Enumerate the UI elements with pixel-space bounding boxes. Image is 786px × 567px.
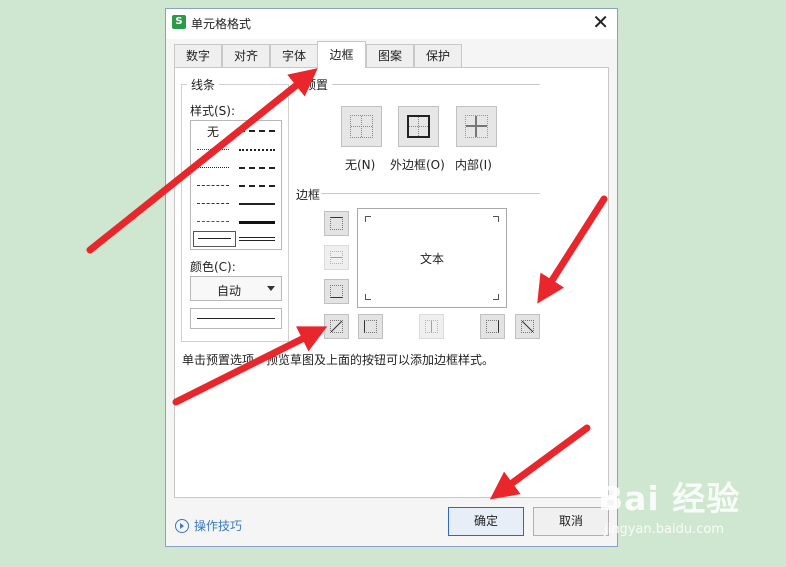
border-bottom-icon	[330, 285, 343, 298]
line-style-selected[interactable]	[193, 231, 236, 247]
preset-outline-label: 外边框(O)	[390, 158, 445, 172]
format-cells-dialog: S 单元格格式 ✕ 数字 对齐 字体 边框 图案 保护 线条 样式(S): 无	[165, 8, 618, 547]
ok-button[interactable]: 确定	[448, 507, 524, 536]
line-style-option[interactable]	[239, 221, 275, 224]
play-circle-icon	[175, 519, 189, 533]
dialog-title: 单元格格式	[191, 17, 252, 31]
diagonal-up-icon	[330, 320, 343, 333]
border-bottom-button[interactable]	[324, 279, 349, 304]
line-style-none[interactable]: 无	[207, 123, 219, 140]
preset-group-legend: 预置	[300, 76, 333, 93]
border-inside-icon	[465, 115, 488, 138]
line-style-option[interactable]	[197, 185, 229, 186]
border-right-icon	[486, 320, 499, 333]
line-preview	[190, 308, 282, 329]
border-outline-icon	[407, 115, 430, 138]
border-diagonal-up-button[interactable]	[324, 314, 349, 339]
line-style-option[interactable]	[239, 237, 275, 241]
line-style-option[interactable]	[197, 149, 229, 150]
color-dropdown[interactable]: 自动	[190, 276, 282, 301]
line-style-option[interactable]	[239, 185, 275, 187]
line-style-option[interactable]	[239, 167, 275, 169]
preset-inside-label: 内部(I)	[455, 158, 492, 172]
line-group-legend: 线条	[187, 76, 220, 93]
chevron-down-icon	[267, 286, 275, 291]
preset-separator	[296, 84, 540, 85]
tab-pattern[interactable]: 图案	[366, 44, 414, 67]
tab-border[interactable]: 边框	[317, 41, 366, 68]
watermark-url: jingyan.baidu.com	[604, 522, 724, 537]
border-tab-panel: 线条 样式(S): 无 颜色(C): 自动 预置 无(N) 外边框(O) 内部(…	[174, 67, 609, 498]
border-horizontal-icon	[330, 251, 343, 264]
border-top-icon	[330, 217, 343, 230]
line-style-option[interactable]	[239, 149, 275, 151]
preset-inside-button[interactable]	[456, 106, 497, 147]
close-icon[interactable]: ✕	[592, 11, 609, 33]
color-dropdown-value: 自动	[217, 284, 242, 298]
border-vertical-icon	[425, 320, 438, 333]
tab-protection[interactable]: 保护	[414, 44, 462, 67]
border-none-icon	[350, 115, 373, 138]
line-preview-sample	[197, 318, 275, 319]
line-style-option[interactable]	[239, 203, 275, 205]
color-label: 颜色(C):	[190, 260, 236, 274]
border-left-icon	[364, 320, 377, 333]
baidu-jingyan-watermark: Bai 经验 jingyan.baidu.com	[598, 472, 741, 537]
tab-font[interactable]: 字体	[270, 44, 318, 67]
border-hint-text: 单击预置选项、预览草图及上面的按钮可以添加边框样式。	[182, 353, 495, 367]
watermark-logo-text: Bai 经验	[598, 479, 741, 518]
style-label: 样式(S):	[190, 104, 236, 118]
line-style-option	[198, 238, 231, 239]
help-tips-label: 操作技巧	[194, 519, 243, 533]
preview-text: 文本	[419, 252, 444, 266]
help-tips-link[interactable]: 操作技巧	[175, 517, 242, 534]
line-style-option[interactable]	[197, 167, 229, 168]
app-logo-icon: S	[172, 15, 186, 29]
border-left-button[interactable]	[358, 314, 383, 339]
line-style-option[interactable]	[197, 221, 229, 222]
preset-none-label: 无(N)	[345, 158, 376, 172]
line-style-list[interactable]: 无	[190, 120, 282, 250]
border-preview[interactable]: 文本	[357, 208, 507, 308]
border-separator	[321, 193, 540, 194]
line-style-option[interactable]	[197, 203, 229, 204]
preset-none-button[interactable]	[341, 106, 382, 147]
border-top-button[interactable]	[324, 211, 349, 236]
tab-alignment[interactable]: 对齐	[222, 44, 270, 67]
title-bar: S 单元格格式 ✕	[166, 9, 617, 39]
border-diagonal-down-button[interactable]	[515, 314, 540, 339]
border-right-button[interactable]	[480, 314, 505, 339]
border-group-legend: 边框	[296, 188, 321, 202]
line-style-option[interactable]	[239, 130, 275, 132]
tab-number[interactable]: 数字	[174, 44, 222, 67]
diagonal-down-icon	[521, 320, 534, 333]
preset-outline-button[interactable]	[398, 106, 439, 147]
border-middle-horizontal-button[interactable]	[324, 245, 349, 270]
border-middle-vertical-button[interactable]	[419, 314, 444, 339]
